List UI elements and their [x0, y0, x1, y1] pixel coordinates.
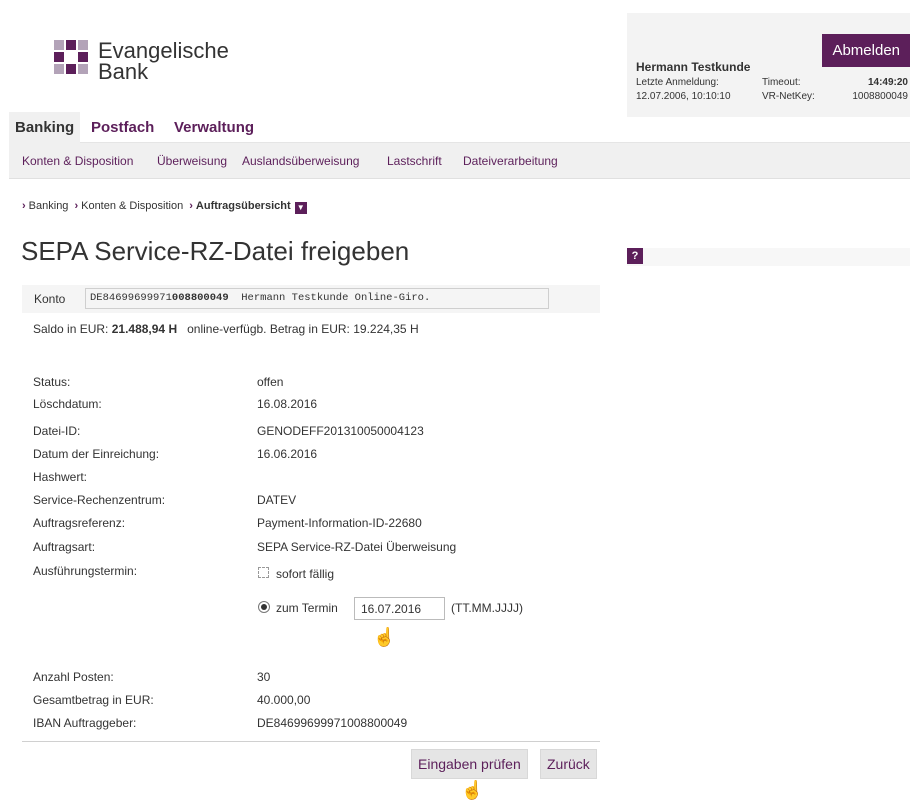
sub-navigation: Konten & Disposition Überweisung Ausland… [9, 143, 910, 179]
reference-value: Payment-Information-ID-22680 [257, 516, 422, 530]
last-login-label: Letzte Anmeldung: [636, 77, 719, 88]
breadcrumb-current: Auftragsübersicht [195, 200, 291, 212]
logo-mark-icon [54, 40, 90, 76]
reference-label: Auftragsreferenz: [33, 516, 126, 530]
help-panel: ? [627, 248, 910, 266]
session-panel: Abmelden Hermann Testkunde Letzte Anmeld… [627, 13, 910, 117]
file-id-label: Datei-ID: [33, 424, 81, 438]
tab-banking[interactable]: Banking [9, 112, 81, 143]
subnav-auslandsueberweisung[interactable]: Auslandsüberweisung [242, 143, 359, 179]
account-rest: Hermann Testkunde Online-Giro. [241, 292, 431, 304]
order-type-label: Auftragsart: [33, 540, 96, 554]
date-radio[interactable] [258, 601, 270, 613]
immediate-checkbox[interactable] [258, 567, 269, 578]
divider [22, 741, 600, 742]
service-rz-value: DATEV [257, 493, 297, 507]
hand-cursor-icon: ☝ [461, 780, 484, 800]
hash-label: Hashwert: [33, 470, 88, 484]
file-id-value: GENODEFF201310050004123 [257, 424, 424, 438]
subnav-ueberweisung[interactable]: Überweisung [157, 143, 227, 179]
breadcrumb-chevron-icon: › [22, 200, 26, 212]
balance-line: Saldo in EUR: 21.488,94 H online-verfügb… [33, 322, 419, 336]
account-select[interactable]: DE84699699971008800049 Hermann Testkunde… [85, 288, 549, 309]
saldo-label: Saldo in EUR: [33, 322, 109, 336]
execution-date-label: Ausführungstermin: [33, 564, 138, 578]
timeout-value: 14:49:20 [867, 77, 908, 88]
last-login-value: 12.07.2006, 10:10:10 [636, 91, 731, 102]
help-icon[interactable]: ? [627, 248, 643, 264]
breadcrumb-item-konten[interactable]: Konten & Disposition [81, 200, 183, 212]
total-label: Gesamtbetrag in EUR: [33, 693, 154, 707]
iban-value: DE84699699971008800049 [257, 716, 408, 730]
breadcrumb-chevron-icon: › [189, 200, 193, 212]
status-label: Status: [33, 375, 71, 389]
order-type-value: SEPA Service-RZ-Datei Überweisung [257, 540, 457, 554]
page-title: SEPA Service-RZ-Datei freigeben [21, 236, 410, 266]
submit-date-label: Datum der Einreichung: [33, 447, 160, 461]
logout-button[interactable]: Abmelden [822, 34, 910, 67]
bank-logo: Evangelische Bank [54, 40, 254, 90]
breadcrumb: › Banking › Konten & Disposition › Auftragsüb… [22, 197, 307, 215]
check-input-button[interactable]: Eingaben prüfen [411, 749, 528, 779]
service-rz-label: Service-Rechenzentrum: [33, 493, 166, 507]
logo-text: Evangelische Bank [98, 38, 229, 84]
delete-date-value: 16.08.2016 [257, 397, 318, 411]
account-row: Konto DE84699699971008800049 Hermann Tes… [22, 285, 600, 313]
saldo-value: 21.488,94 H [111, 322, 178, 336]
account-label: Konto [34, 292, 66, 306]
count-label: Anzahl Posten: [33, 670, 114, 684]
available-value: 19.224,35 H [353, 322, 419, 336]
back-button[interactable]: Zurück [540, 749, 597, 779]
breadcrumb-item-banking[interactable]: Banking [29, 200, 69, 212]
main-navigation: Banking Postfach Verwaltung [9, 112, 910, 143]
logo-line-2: Bank [98, 59, 149, 84]
account-iban-suffix: 008800049 [171, 292, 229, 304]
tab-verwaltung[interactable]: Verwaltung [168, 112, 260, 143]
date-option-label: zum Termin [276, 601, 338, 615]
timeout-label: Timeout: [762, 77, 801, 88]
breadcrumb-chevron-icon: › [74, 200, 79, 212]
immediate-option-label: sofort fällig [276, 567, 335, 581]
chevron-down-icon[interactable]: ▼ [294, 202, 307, 214]
tab-postfach[interactable]: Postfach [85, 112, 160, 143]
subnav-dateiverarbeitung[interactable]: Dateiverarbeitung [463, 143, 558, 179]
execution-date-input[interactable] [354, 597, 445, 620]
user-name: Hermann Testkunde [636, 60, 751, 74]
hand-cursor-icon: ☝ [373, 627, 396, 647]
subnav-lastschrift[interactable]: Lastschrift [387, 143, 442, 179]
available-label: online-verfügb. Betrag in EUR: [187, 322, 350, 336]
total-value: 40.000,00 [257, 693, 311, 707]
iban-label: IBAN Auftraggeber: [33, 716, 137, 730]
netkey-value: 1008800049 [852, 91, 908, 102]
date-format-hint: (TT.MM.JJJJ) [451, 601, 523, 615]
account-iban-prefix: DE84699699971 [90, 292, 172, 304]
delete-date-label: Löschdatum: [33, 397, 102, 411]
status-value: offen [257, 375, 284, 389]
logo-line-1: Evangelische [98, 38, 229, 63]
subnav-konten-disposition[interactable]: Konten & Disposition [22, 143, 133, 179]
submit-date-value: 16.06.2016 [257, 447, 318, 461]
netkey-label: VR-NetKey: [762, 91, 815, 102]
count-value: 30 [257, 670, 271, 684]
